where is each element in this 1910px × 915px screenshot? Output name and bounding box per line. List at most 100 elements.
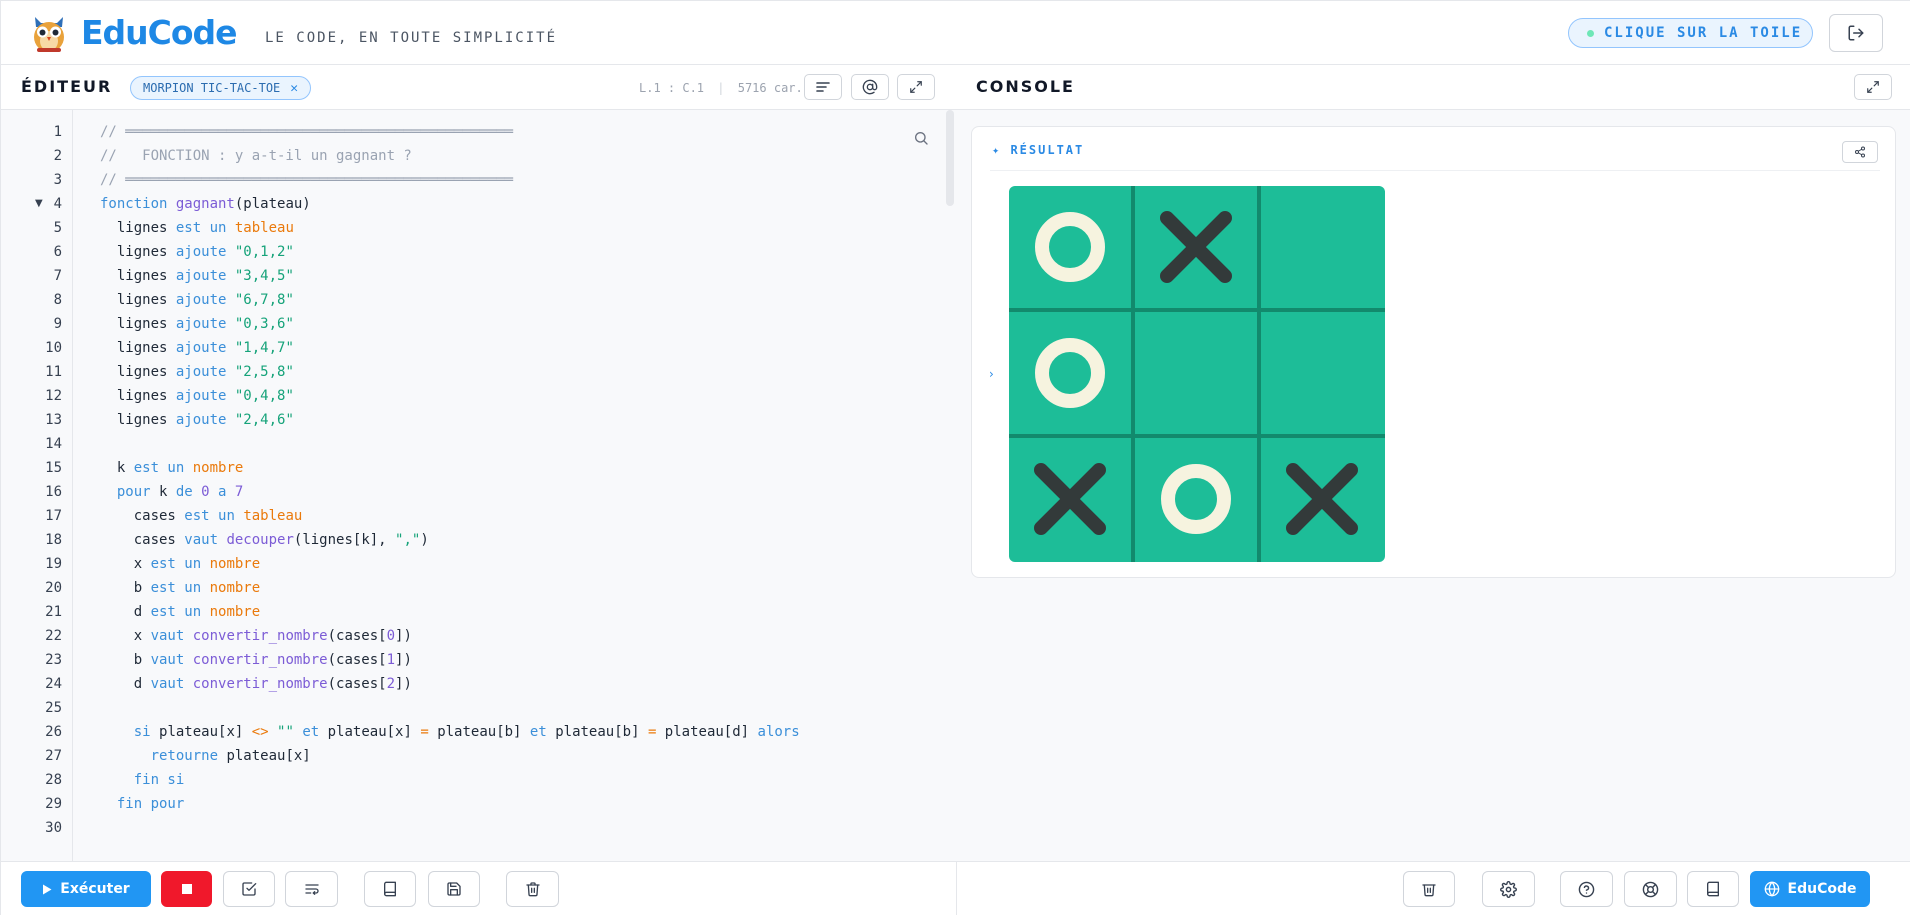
code-token: gagnant (175, 196, 235, 212)
settings-button[interactable] (1482, 871, 1535, 907)
code-line[interactable]: cases vaut decouper(lignes[k], ",") (100, 528, 429, 552)
code-line[interactable]: b est un nombre (100, 576, 260, 600)
line-number: 2 (53, 148, 62, 164)
format-button[interactable] (804, 74, 842, 100)
code-token: b (100, 652, 151, 668)
code-token: ]) (395, 628, 412, 644)
code-line[interactable]: lignes ajoute "0,4,8" (100, 384, 294, 408)
code-token: (cases[ (327, 676, 387, 692)
code-token: et (302, 724, 328, 740)
code-line[interactable]: cases est un tableau (100, 504, 303, 528)
editor-header: ÉDITEUR MORPION TIC-TAC-TOE ✕ L.1 : C.1 … (1, 65, 956, 110)
tic-tac-toe-canvas[interactable] (1009, 186, 1385, 562)
file-tab[interactable]: MORPION TIC-TAC-TOE ✕ (130, 76, 312, 100)
play-icon (43, 884, 52, 894)
tagline: LE CODE, EN TOUTE SIMPLICITÉ (265, 30, 558, 46)
logout-button[interactable] (1829, 14, 1883, 52)
code-line[interactable]: lignes ajoute "3,4,5" (100, 264, 294, 288)
board-cell[interactable] (1261, 186, 1383, 308)
clear-console-button[interactable] (1403, 871, 1455, 907)
line-number: 15 (45, 460, 62, 476)
format-icon (816, 82, 830, 92)
line-number: 22 (45, 628, 62, 644)
code-line[interactable]: lignes ajoute "0,3,6" (100, 312, 294, 336)
support-button[interactable] (1624, 871, 1677, 907)
code-line[interactable]: fonction gagnant(plateau) (100, 192, 311, 216)
x-mark-icon (1034, 463, 1106, 535)
code-line[interactable]: si plateau[x] <> "" et plateau[x] = plat… (100, 720, 800, 744)
code-line[interactable]: pour k de 0 a 7 (100, 480, 243, 504)
expand-console-button[interactable] (1854, 74, 1892, 100)
search-icon[interactable] (913, 130, 929, 146)
code-line[interactable]: x est un nombre (100, 552, 260, 576)
code-token: "," (395, 532, 421, 548)
line-number: 8 (53, 292, 62, 308)
code-token: d (100, 676, 151, 692)
board-cell[interactable] (1261, 438, 1383, 560)
help-button[interactable] (1560, 871, 1613, 907)
code-token: retourne (100, 748, 227, 764)
code-line[interactable]: lignes est un tableau (100, 216, 294, 240)
wrap-button[interactable] (285, 871, 338, 907)
board-cell[interactable] (1009, 186, 1131, 308)
share-button[interactable] (1842, 141, 1878, 163)
stop-button[interactable] (161, 871, 212, 907)
code-line[interactable]: k est un nombre (100, 456, 243, 480)
code-token: lignes (100, 364, 176, 380)
library-button[interactable] (364, 871, 416, 907)
code-line[interactable]: b vaut convertir_nombre(cases[1]) (100, 648, 412, 672)
trash-icon (1422, 884, 1436, 897)
board-cell[interactable] (1135, 312, 1257, 434)
app-window: EduCode LE CODE, EN TOUTE SIMPLICITÉ CLI… (0, 0, 1910, 915)
expand-editor-button[interactable] (897, 74, 935, 100)
code-line[interactable]: // FONCTION : y a-t-il un gagnant ? (100, 144, 412, 168)
board-cell[interactable] (1009, 312, 1131, 434)
code-line[interactable]: d vaut convertir_nombre(cases[2]) (100, 672, 412, 696)
code-line[interactable]: lignes ajoute "2,4,6" (100, 408, 294, 432)
board-cell[interactable] (1135, 438, 1257, 560)
console-title: CONSOLE (976, 77, 1075, 96)
board-cell[interactable] (1135, 186, 1257, 308)
check-button[interactable] (223, 871, 275, 907)
code-line[interactable]: x vaut convertir_nombre(cases[0]) (100, 624, 412, 648)
line-number: 18 (45, 532, 62, 548)
code-line[interactable]: lignes ajoute "2,5,8" (100, 360, 294, 384)
code-line[interactable]: lignes ajoute "0,1,2" (100, 240, 294, 264)
console-header: CONSOLE (956, 65, 1910, 110)
owl-logo-icon[interactable] (29, 11, 69, 53)
code-token: // FONCTION : y a-t-il un gagnant ? (100, 148, 412, 164)
code-line[interactable]: d est un nombre (100, 600, 260, 624)
educode-button[interactable]: EduCode (1750, 871, 1870, 907)
code-line[interactable]: fin si (100, 768, 185, 792)
code-token: alors (757, 724, 800, 740)
save-button[interactable] (428, 871, 480, 907)
fold-toggle-icon[interactable]: ▼ (35, 198, 43, 209)
board-cell[interactable] (1009, 438, 1131, 560)
code-token: cases (100, 532, 185, 548)
code-line[interactable]: // ═════════════════════════════════════… (100, 168, 513, 192)
code-line[interactable]: // ═════════════════════════════════════… (100, 120, 513, 144)
code-line[interactable]: fin pour (100, 792, 184, 816)
code-token: ]) (395, 676, 412, 692)
code-token: ]) (395, 652, 412, 668)
close-icon[interactable]: ✕ (290, 81, 298, 96)
code-token: // ═════════════════════════════════════… (100, 124, 514, 140)
cursor-status: L.1 : C.1 | 5716 car. (639, 81, 803, 95)
code-line[interactable]: lignes ajoute "6,7,8" (100, 288, 294, 312)
chevron-right-icon[interactable]: › (989, 367, 994, 381)
mention-button[interactable] (851, 74, 889, 100)
code-editor[interactable]: 1 2 3 4 ▼ 5 6 7 8 9 10 11 12 13 14 15 16 17 18 19 20 21 22 23 24… (1, 110, 956, 861)
delete-code-button[interactable] (506, 871, 559, 907)
run-button[interactable]: Exécuter (21, 871, 151, 907)
editor-scrollbar[interactable] (946, 110, 954, 206)
line-number: 13 (45, 412, 62, 428)
logout-icon (1848, 25, 1864, 41)
code-line[interactable]: retourne plateau[x] (100, 744, 311, 768)
code-token: nombre (209, 556, 261, 572)
code-line[interactable]: lignes ajoute "1,4,7" (100, 336, 294, 360)
code-token: plateau[x] (327, 724, 421, 740)
board-cell[interactable] (1261, 312, 1383, 434)
result-label: ✦ RÉSULTAT (992, 143, 1085, 157)
code-token: lignes (100, 292, 176, 308)
docs-button[interactable] (1687, 871, 1739, 907)
